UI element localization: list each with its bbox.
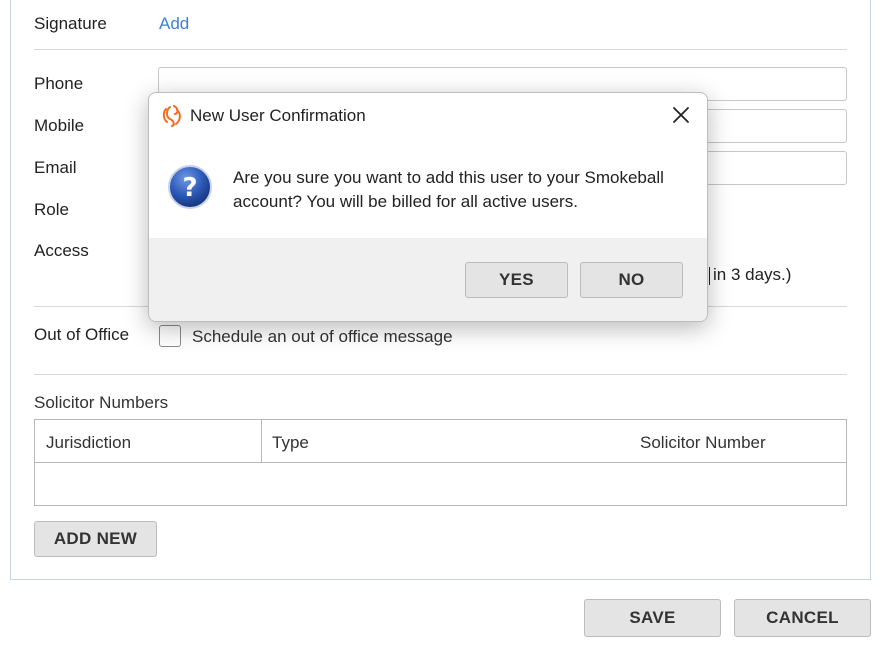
mobile-label: Mobile [34,116,85,135]
access-label: Access [34,241,89,260]
out-of-office-checkbox-label[interactable]: Schedule an out of office message [192,327,453,347]
column-header-type[interactable]: Type [272,433,309,453]
divider [34,374,847,375]
dialog-message: Are you sure you want to add this user t… [233,166,703,214]
role-label: Role [34,200,69,219]
column-header-jurisdiction[interactable]: Jurisdiction [46,433,131,453]
email-label: Email [34,158,77,177]
smokeball-logo-icon [161,105,183,127]
table-header: Jurisdiction Type Solicitor Number [35,420,846,463]
signature-label: Signature [34,14,107,33]
add-new-button[interactable]: ADD NEW [34,521,157,557]
save-button[interactable]: SAVE [584,599,721,637]
solicitor-numbers-title: Solicitor Numbers [34,393,169,412]
solicitor-numbers-table: Jurisdiction Type Solicitor Number [34,419,847,506]
cancel-button[interactable]: CANCEL [734,599,871,637]
svg-text:?: ? [182,173,197,203]
out-of-office-label: Out of Office [34,325,130,344]
dialog-message-line-1: Are you sure you want to add this user t… [233,168,664,187]
new-user-confirmation-dialog: New User Confirmation ? Are you sure you… [148,92,708,322]
divider [34,49,847,50]
yes-button[interactable]: YES [465,262,568,298]
phone-label: Phone [34,74,84,93]
question-icon: ? [167,164,213,210]
access-trial-text: in 3 days.) [713,265,792,284]
no-button[interactable]: NO [580,262,683,298]
dialog-title: New User Confirmation [190,106,366,125]
dialog-footer: YES NO [149,238,707,321]
signature-add-link[interactable]: Add [159,14,189,34]
column-separator [261,420,262,463]
close-icon[interactable] [669,103,693,127]
dialog-message-line-2: account? You will be billed for all acti… [233,192,578,211]
out-of-office-checkbox[interactable] [159,325,181,347]
column-header-solicitor-number[interactable]: Solicitor Number [640,433,766,453]
